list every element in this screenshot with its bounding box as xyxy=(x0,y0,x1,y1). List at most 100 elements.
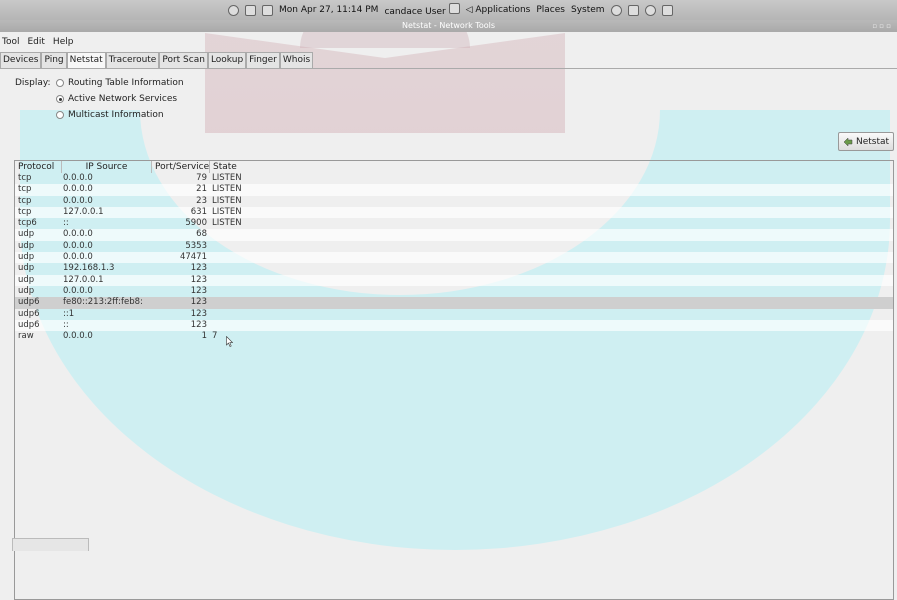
user-menu[interactable]: candace User xyxy=(384,3,460,17)
header-port-service[interactable]: Port/Service xyxy=(152,161,210,173)
cell-port-service: 5900 xyxy=(185,218,207,229)
table-row[interactable]: raw 0.0.0.0 1 7 xyxy=(15,331,893,342)
cell-ip-source: 0.0.0.0 xyxy=(63,240,93,251)
table-body: tcp 0.0.0.0 79 LISTEN tcp 0.0.0.0 21 LISTEN tcp 0… xyxy=(15,173,893,342)
menu-edit[interactable]: Edit xyxy=(27,37,44,47)
system-menu[interactable]: System xyxy=(571,5,605,15)
cell-ip-source: 127.0.0.1 xyxy=(63,206,104,217)
cell-ip-source: :: xyxy=(63,218,69,229)
mouse-pointer-icon xyxy=(226,336,233,347)
cell-state: LISTEN xyxy=(212,173,242,183)
menu-help[interactable]: Help xyxy=(53,37,74,47)
window-title: Netstat - Network Tools xyxy=(401,21,495,30)
browser-icon[interactable] xyxy=(610,4,622,16)
table-row[interactable]: udp 0.0.0.0 68 xyxy=(15,229,893,241)
table-row[interactable]: tcp 127.0.0.1 631 LISTEN xyxy=(15,206,893,219)
cell-protocol: tcp xyxy=(18,173,32,183)
clock[interactable]: Mon Apr 27, 11:14 PM xyxy=(279,5,378,15)
menu-tool[interactable]: Tool xyxy=(2,37,19,47)
radio-routing-table[interactable]: Routing Table Information xyxy=(56,78,184,88)
terminal-icon[interactable] xyxy=(661,4,673,16)
netstat-table[interactable]: Protocol IP Source Port/Service State tc… xyxy=(14,160,894,600)
table-row[interactable]: udp 127.0.0.1 123 xyxy=(15,274,893,286)
cell-ip-source: 0.0.0.0 xyxy=(63,331,93,342)
volume-icon[interactable] xyxy=(262,4,273,16)
tab-lookup[interactable]: Lookup xyxy=(207,52,247,68)
cell-port-service: 47471 xyxy=(179,252,207,263)
header-protocol[interactable]: Protocol xyxy=(15,161,62,173)
applications-menu[interactable]: ◁ Applications xyxy=(466,5,531,15)
cell-protocol: udp xyxy=(18,274,35,285)
cell-port-service: 123 xyxy=(190,319,207,330)
cell-protocol: udp xyxy=(18,252,35,263)
cell-state: LISTEN xyxy=(212,218,242,229)
netstat-button[interactable]: Netstat xyxy=(838,132,894,151)
window-controls[interactable]: ▫ ▫ ▫ xyxy=(872,22,891,30)
tab-ping[interactable]: Ping xyxy=(41,52,67,68)
cell-state xyxy=(209,275,272,286)
table-row[interactable]: udp 0.0.0.0 123 xyxy=(15,286,893,297)
radio-routing-table-label: Routing Table Information xyxy=(68,78,184,88)
cell-protocol: raw xyxy=(18,331,34,342)
cell-state: LISTEN xyxy=(212,184,242,195)
cell-ip-source: 127.0.0.1 xyxy=(63,274,104,285)
tab-netstat[interactable]: Netstat xyxy=(66,52,106,68)
cell-ip-source: fe80::213:2ff:feb8: xyxy=(63,297,143,308)
table-row[interactable]: udp6 fe80::213:2ff:feb8: 123 xyxy=(15,297,893,309)
tray-icon[interactable] xyxy=(245,4,256,16)
cell-state xyxy=(209,320,272,331)
cell-port-service: 123 xyxy=(190,263,207,274)
cell-state: LISTEN xyxy=(212,206,242,217)
cell-state xyxy=(209,309,272,320)
radio-active-services-label: Active Network Services xyxy=(68,94,178,104)
cell-protocol: udp xyxy=(18,229,35,240)
cell-protocol: udp xyxy=(18,263,35,274)
tab-port-scan[interactable]: Port Scan xyxy=(159,52,208,68)
cell-port-service: 1 xyxy=(201,331,207,342)
table-row[interactable]: tcp 0.0.0.0 23 LISTEN xyxy=(15,196,893,207)
cell-port-service: 123 xyxy=(190,274,207,285)
header-state[interactable]: State xyxy=(210,161,251,173)
cell-port-service: 123 xyxy=(190,297,207,308)
cell-ip-source: ::1 xyxy=(63,308,75,319)
cell-state xyxy=(209,263,272,274)
email-icon[interactable] xyxy=(627,4,639,16)
window-titlebar[interactable]: Netstat - Network Tools ▫ ▫ ▫ xyxy=(0,20,897,32)
cell-protocol: tcp xyxy=(18,206,32,217)
table-row[interactable]: udp 0.0.0.0 5353 xyxy=(15,241,893,252)
table-row[interactable]: udp 192.168.1.3 123 xyxy=(15,263,893,274)
cell-port-service: 123 xyxy=(190,308,207,319)
places-menu[interactable]: Places xyxy=(536,5,565,15)
radio-active-services[interactable]: Active Network Services xyxy=(56,94,177,104)
cell-state: 7 xyxy=(212,331,218,342)
cell-ip-source: 192.168.1.3 xyxy=(63,263,115,274)
table-row[interactable]: tcp 0.0.0.0 79 LISTEN xyxy=(15,173,893,184)
tab-whois[interactable]: Whois xyxy=(279,52,314,68)
cell-state xyxy=(209,252,272,263)
cell-protocol: udp xyxy=(18,285,35,296)
cell-port-service: 68 xyxy=(196,229,207,240)
user-label: candace User xyxy=(384,7,446,17)
table-row[interactable]: tcp6:: 5900 LISTEN xyxy=(15,218,893,229)
table-row[interactable]: tcp 0.0.0.0 21 LISTEN xyxy=(15,184,893,196)
cell-port-service: 79 xyxy=(196,173,207,183)
cell-port-service: 5353 xyxy=(185,240,207,251)
network-icon[interactable] xyxy=(228,4,239,16)
table-row[interactable]: udp6:: 123 xyxy=(15,319,893,332)
cell-protocol: udp6 xyxy=(18,319,40,330)
cell-protocol: tcp6 xyxy=(18,218,37,229)
header-ip-source[interactable]: IP Source xyxy=(62,161,152,173)
radio-multicast[interactable]: Multicast Information xyxy=(56,110,164,120)
cell-ip-source: 0.0.0.0 xyxy=(63,229,93,240)
cell-ip-source: 0.0.0.0 xyxy=(63,285,93,296)
table-row[interactable]: udp 0.0.0.0 47471 xyxy=(15,252,893,264)
tab-traceroute[interactable]: Traceroute xyxy=(105,52,160,68)
cell-state xyxy=(209,241,272,252)
tab-finger[interactable]: Finger xyxy=(246,52,280,68)
tab-devices[interactable]: Devices xyxy=(0,52,42,68)
cell-port-service: 23 xyxy=(196,195,207,206)
cell-protocol: udp6 xyxy=(18,308,40,319)
table-row[interactable]: udp6::1 123 xyxy=(15,309,893,320)
help-icon[interactable] xyxy=(644,4,656,16)
cell-ip-source: 0.0.0.0 xyxy=(63,252,93,263)
